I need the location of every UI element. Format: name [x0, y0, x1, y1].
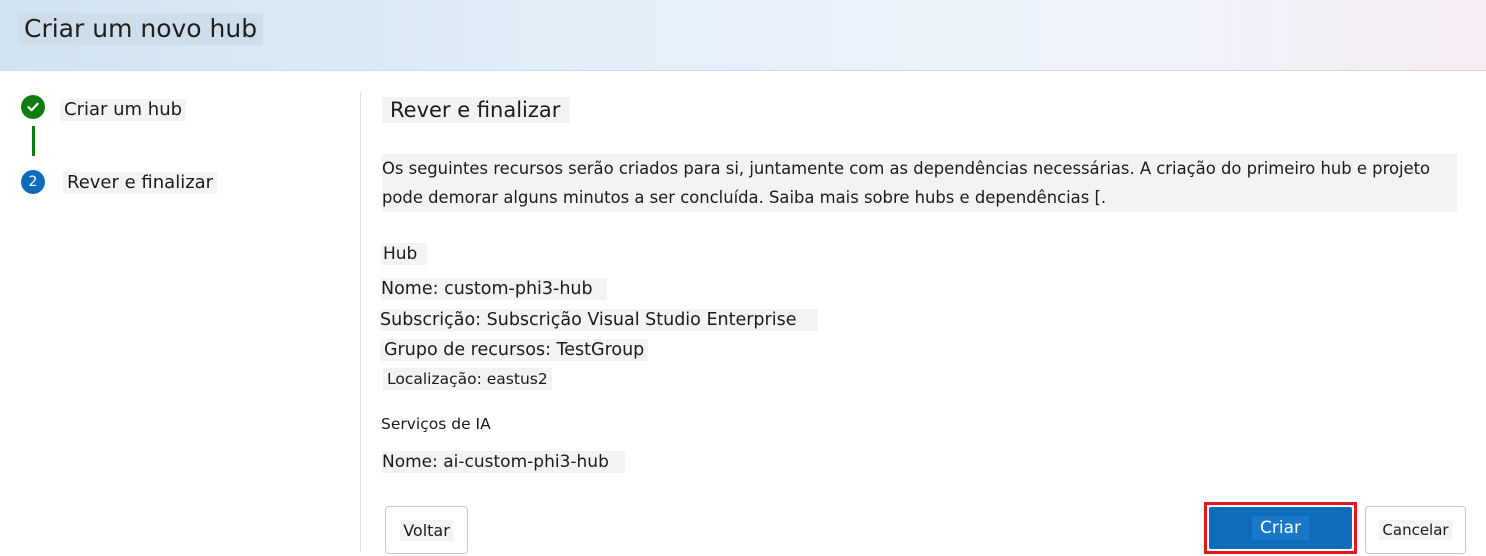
hub-subscription: Subscrição: Subscrição Visual Studio Ent…: [380, 309, 819, 331]
hub-name: Nome: custom-phi3-hub: [381, 278, 607, 300]
cancel-button[interactable]: Cancelar: [1365, 506, 1466, 554]
back-button[interactable]: Voltar: [385, 506, 468, 554]
review-description: Os seguintes recursos serão criados para…: [382, 154, 1457, 212]
hub-heading: Hub: [381, 243, 428, 265]
step-number-badge: 2: [21, 170, 45, 194]
ai-services-heading: Serviços de IA: [381, 415, 491, 433]
hub-location: Localização: eastus2: [383, 368, 552, 390]
back-button-label: Voltar: [400, 519, 453, 541]
hub-resource-group: Grupo de recursos: TestGroup: [380, 339, 649, 361]
stepper-connector: [32, 126, 35, 156]
step-rever-finalizar[interactable]: Rever e finalizar: [63, 172, 218, 194]
page-title: Criar um novo hub: [18, 13, 264, 45]
create-button-label: Criar: [1252, 516, 1309, 540]
cancel-button-label: Cancelar: [1379, 520, 1452, 540]
checkmark-icon: [21, 95, 45, 119]
ai-services-name: Nome: ai-custom-phi3-hub: [382, 451, 625, 473]
section-title: Rever e finalizar: [382, 97, 571, 123]
panel-divider: [360, 92, 361, 552]
create-button[interactable]: Criar: [1209, 507, 1352, 549]
page-header: Criar um novo hub: [0, 0, 1486, 71]
step-criar-hub[interactable]: Criar um hub: [60, 99, 187, 121]
